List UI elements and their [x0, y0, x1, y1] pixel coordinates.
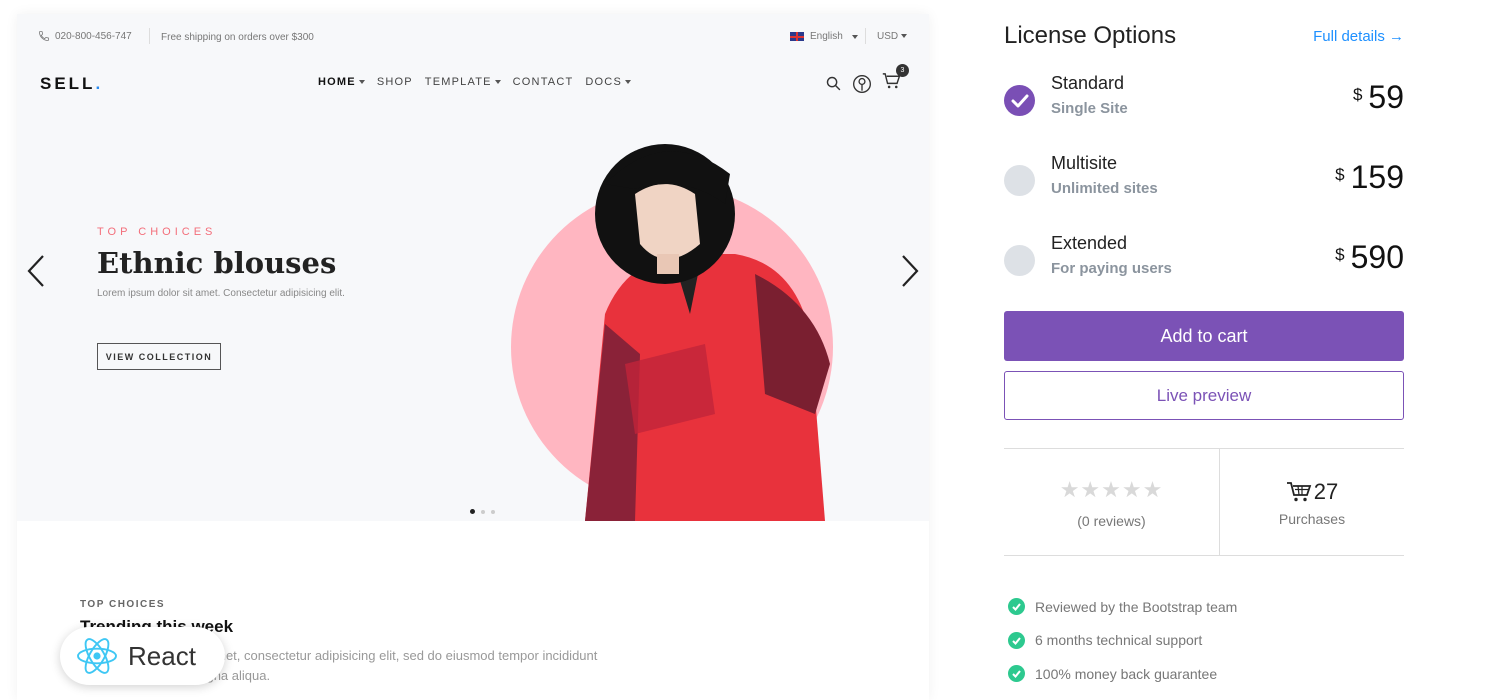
- check-icon: [1011, 94, 1029, 108]
- language-label: English: [810, 31, 843, 42]
- brand-logo-dot: .: [95, 74, 104, 93]
- price-currency: $: [1352, 85, 1363, 104]
- feature-item: Reviewed by the Bootstrap team: [1008, 590, 1237, 624]
- nav-label: HOME: [318, 76, 356, 88]
- hero-title: Ethnic blouses: [97, 246, 337, 280]
- stats-box: ★★★★★ (0 reviews) 27 Purchases: [1004, 448, 1404, 556]
- nav-icons: 3: [825, 64, 909, 95]
- purchases-count: 27: [1220, 479, 1404, 505]
- hero-subtitle: Lorem ipsum dolor sit amet. Consectetur …: [97, 288, 345, 299]
- purchases-number: 27: [1313, 479, 1339, 504]
- rating-stars: ★★★★★: [1059, 477, 1164, 502]
- nav-item-template[interactable]: TEMPLATE: [425, 76, 501, 88]
- react-label: React: [128, 640, 196, 671]
- option-subtitle: Single Site: [1051, 100, 1128, 117]
- slider-dot[interactable]: [481, 509, 485, 514]
- preview-topbar: 020-800-456-747 Free shipping on orders …: [17, 14, 929, 58]
- check-circle-icon: [1008, 598, 1025, 616]
- react-badge: React: [60, 627, 225, 685]
- chevron-down-icon: [625, 80, 631, 85]
- option-subtitle: Unlimited sites: [1051, 180, 1158, 197]
- phone-icon: [39, 31, 49, 41]
- chevron-down-icon: [494, 80, 501, 85]
- hero-text: TOP CHOICES Ethnic blouses Lorem ipsum d…: [97, 226, 345, 299]
- license-option-extended[interactable]: Extended For paying users $590: [1004, 233, 1404, 293]
- add-to-cart-button[interactable]: Add to cart: [1004, 311, 1404, 361]
- preview-navbar: SELL. HOME SHOP TEMPLATE CONTACT DOCS 3: [17, 64, 929, 102]
- nav-label: DOCS: [585, 76, 622, 88]
- full-details-link[interactable]: Full details →: [1313, 28, 1404, 45]
- check-circle-icon: [1008, 631, 1025, 649]
- reviews-count[interactable]: (0 reviews): [1004, 513, 1219, 529]
- chevron-down-icon: [901, 34, 908, 39]
- chevron-right-icon[interactable]: [899, 254, 921, 288]
- main-nav: HOME SHOP TEMPLATE CONTACT DOCS: [318, 76, 631, 88]
- feature-item: 100% money back guarantee: [1008, 657, 1237, 691]
- license-panel: License Options Full details → Standard …: [1004, 0, 1404, 700]
- price-currency: $: [1335, 245, 1345, 264]
- option-name: Multisite: [1051, 153, 1118, 173]
- model-image: [585, 144, 830, 521]
- slider-dot[interactable]: [491, 509, 495, 514]
- option-price: $159: [1335, 159, 1404, 196]
- nav-label: TEMPLATE: [424, 76, 492, 88]
- option-subtitle: For paying users: [1051, 260, 1172, 277]
- template-preview: 020-800-456-747 Free shipping on orders …: [17, 14, 929, 700]
- feature-text: Reviewed by the Bootstrap team: [1035, 598, 1238, 615]
- brand-logo-text: SELL: [40, 74, 96, 93]
- language-selector[interactable]: English: [790, 31, 858, 42]
- radio-checked[interactable]: [1004, 85, 1035, 116]
- cart-button[interactable]: 3: [882, 64, 909, 95]
- chevron-down-icon: [851, 34, 858, 39]
- brand-logo[interactable]: SELL.: [40, 74, 103, 94]
- topbar-divider: [149, 28, 150, 44]
- feature-list: Reviewed by the Bootstrap team 6 months …: [1008, 590, 1237, 691]
- shipping-notice: Free shipping on orders over $300: [161, 32, 314, 43]
- uk-flag-icon: [790, 32, 804, 41]
- chevron-down-icon: [358, 80, 365, 85]
- phone-number: 020-800-456-747: [55, 30, 132, 42]
- section-kicker: TOP CHOICES: [80, 599, 166, 610]
- license-option-multisite[interactable]: Multisite Unlimited sites $159: [1004, 153, 1404, 213]
- price-amount: 590: [1350, 239, 1404, 275]
- react-logo-icon: [77, 638, 117, 674]
- topbar-divider: [865, 28, 866, 44]
- nav-item-shop[interactable]: SHOP: [377, 76, 413, 88]
- price-amount: 159: [1350, 159, 1404, 195]
- currency-selector[interactable]: USD: [877, 31, 908, 42]
- nav-item-docs[interactable]: DOCS: [585, 76, 631, 88]
- phone-info: 020-800-456-747: [38, 30, 132, 42]
- slider-dots: [470, 509, 495, 514]
- live-preview-button[interactable]: Live preview: [1004, 371, 1404, 420]
- currency-label: USD: [877, 31, 899, 42]
- user-icon[interactable]: [852, 74, 872, 94]
- slider-dot[interactable]: [470, 509, 475, 514]
- nav-item-contact[interactable]: CONTACT: [513, 76, 574, 88]
- view-collection-button[interactable]: VIEW COLLECTION: [97, 343, 221, 370]
- cart-count-badge: 3: [896, 64, 909, 77]
- option-price: $590: [1335, 239, 1404, 276]
- option-name: Extended: [1051, 233, 1128, 253]
- hero-kicker: TOP CHOICES: [97, 226, 217, 238]
- radio-unchecked[interactable]: [1004, 245, 1035, 276]
- radio-unchecked[interactable]: [1004, 165, 1035, 196]
- license-option-standard[interactable]: Standard Single Site $59: [1004, 73, 1404, 133]
- option-name: Standard: [1051, 73, 1125, 93]
- price-amount: 59: [1368, 79, 1404, 115]
- license-title: License Options: [1004, 22, 1177, 49]
- chevron-left-icon[interactable]: [25, 254, 47, 288]
- feature-item: 6 months technical support: [1008, 624, 1237, 658]
- price-currency: $: [1335, 165, 1345, 184]
- check-circle-icon: [1008, 665, 1025, 683]
- option-price: $59: [1353, 79, 1404, 116]
- cart-icon: [1286, 482, 1311, 502]
- feature-text: 6 months technical support: [1035, 632, 1203, 649]
- feature-text: 100% money back guarantee: [1035, 665, 1218, 682]
- search-icon[interactable]: [825, 75, 842, 92]
- purchases-label: Purchases: [1278, 511, 1346, 527]
- nav-item-home[interactable]: HOME: [318, 76, 365, 88]
